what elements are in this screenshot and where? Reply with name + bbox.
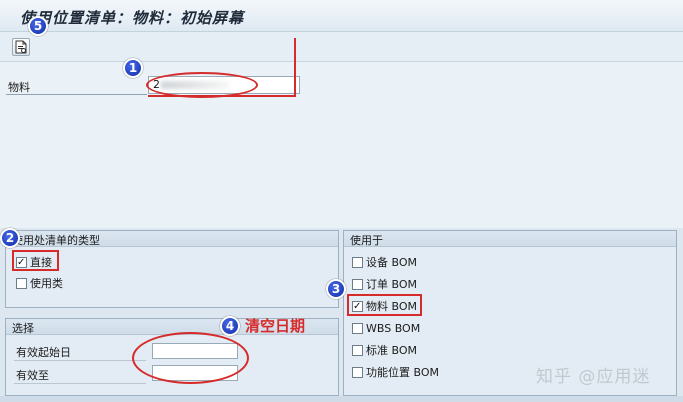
used-in-group-title: 使用于 — [344, 231, 676, 247]
checkbox-equipment-bom-label: 设备 BOM — [366, 256, 417, 269]
checkbox-functional-location-bom[interactable]: 功能位置 BOM — [352, 366, 439, 380]
annotation-badge-1: 1 — [123, 58, 143, 78]
checkbox-equipment-bom[interactable]: 设备 BOM — [352, 256, 417, 270]
annotation-badge-2: 2 — [0, 228, 20, 248]
annotation-badge-4: 4 — [220, 316, 240, 336]
checkbox-functional-location-bom-box[interactable] — [352, 367, 363, 378]
checkbox-wbs-bom[interactable]: WBS BOM — [352, 322, 420, 336]
application-toolbar — [0, 32, 683, 62]
valid-to-underline — [14, 383, 146, 384]
annotation-red-line-vertical — [294, 38, 296, 97]
window-title: 使用位置清单：物料：初始屏幕 — [20, 9, 245, 27]
checkbox-wbs-bom-label: WBS BOM — [366, 322, 421, 335]
annotation-badge-5: 5 — [28, 16, 48, 36]
checkbox-class[interactable]: 使用类 — [16, 277, 63, 291]
material-label-underline — [6, 94, 147, 95]
checkbox-order-bom-box[interactable] — [352, 279, 363, 290]
checkbox-class-label: 使用类 — [30, 277, 63, 290]
checkbox-standard-bom[interactable]: 标准 BOM — [352, 344, 417, 358]
execute-button[interactable] — [12, 38, 30, 56]
title-bar: 使用位置清单：物料：初始屏幕 — [0, 0, 683, 32]
status-bar — [0, 396, 683, 402]
annotation-ellipse-material — [146, 72, 258, 98]
valid-from-label: 有效起始日 — [16, 346, 71, 359]
annotation-ellipse-dates — [132, 332, 249, 384]
valid-from-underline — [14, 360, 146, 361]
checkbox-order-bom-label: 订单 BOM — [366, 278, 417, 291]
watermark-text: 知乎 @应用迷 — [536, 367, 651, 387]
selection-area — [0, 62, 683, 228]
list-type-group-title: 使用处清单的类型 — [6, 231, 338, 247]
material-label: 物料 — [8, 81, 30, 94]
checkbox-class-box[interactable] — [16, 278, 27, 289]
execute-document-icon — [15, 40, 27, 54]
checkbox-functional-location-bom-label: 功能位置 BOM — [366, 366, 439, 379]
checkbox-equipment-bom-box[interactable] — [352, 257, 363, 268]
valid-to-label: 有效至 — [16, 369, 49, 382]
annotation-note-clear-dates: 清空日期 — [245, 317, 306, 335]
annotation-badge-3: 3 — [326, 279, 346, 299]
checkbox-wbs-bom-box[interactable] — [352, 323, 363, 334]
checkbox-standard-bom-label: 标准 BOM — [366, 344, 417, 357]
checkbox-standard-bom-box[interactable] — [352, 345, 363, 356]
annotation-box-material-bom — [347, 294, 422, 316]
checkbox-order-bom[interactable]: 订单 BOM — [352, 278, 417, 292]
annotation-box-direct — [12, 250, 59, 271]
